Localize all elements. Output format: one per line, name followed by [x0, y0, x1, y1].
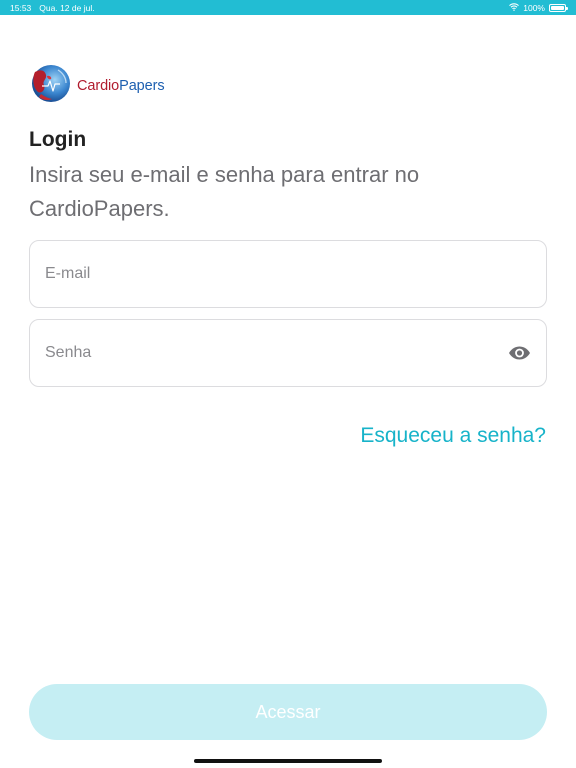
battery-fill: [551, 5, 564, 10]
status-left: 15:53 Qua. 12 de jul.: [10, 3, 95, 13]
email-placeholder: E-mail: [45, 265, 91, 282]
page-title: Login: [29, 128, 87, 151]
login-screen: 15:53 Qua. 12 de jul. 100% CardioPapers …: [0, 0, 576, 768]
battery-icon: [549, 3, 568, 12]
status-date: Qua. 12 de jul.: [39, 2, 95, 13]
battery-percent: 100%: [523, 2, 545, 13]
submit-button[interactable]: Acessar: [29, 684, 547, 740]
status-bar: 15:53 Qua. 12 de jul. 100%: [0, 0, 576, 15]
page-subtitle: Insira seu e-mail e senha para entrar no…: [29, 162, 420, 221]
eye-icon[interactable]: [507, 345, 531, 361]
forgot-password-link[interactable]: Esqueceu a senha?: [360, 424, 546, 448]
status-time: 15:53: [10, 2, 32, 13]
logo-papers-text: Papers: [119, 78, 165, 94]
cardiopapers-globe-logo-icon: [30, 64, 71, 108]
wifi-icon: [509, 2, 520, 13]
cardiopapers-logo: CardioPapers: [30, 64, 165, 108]
password-field[interactable]: Senha: [29, 319, 547, 387]
email-field[interactable]: E-mail: [29, 240, 547, 308]
status-right: 100%: [509, 2, 568, 13]
home-indicator[interactable]: [194, 759, 382, 763]
password-placeholder: Senha: [45, 344, 92, 361]
logo-wordmark: CardioPapers: [77, 78, 165, 94]
logo-cardio-text: Cardio: [77, 78, 120, 94]
